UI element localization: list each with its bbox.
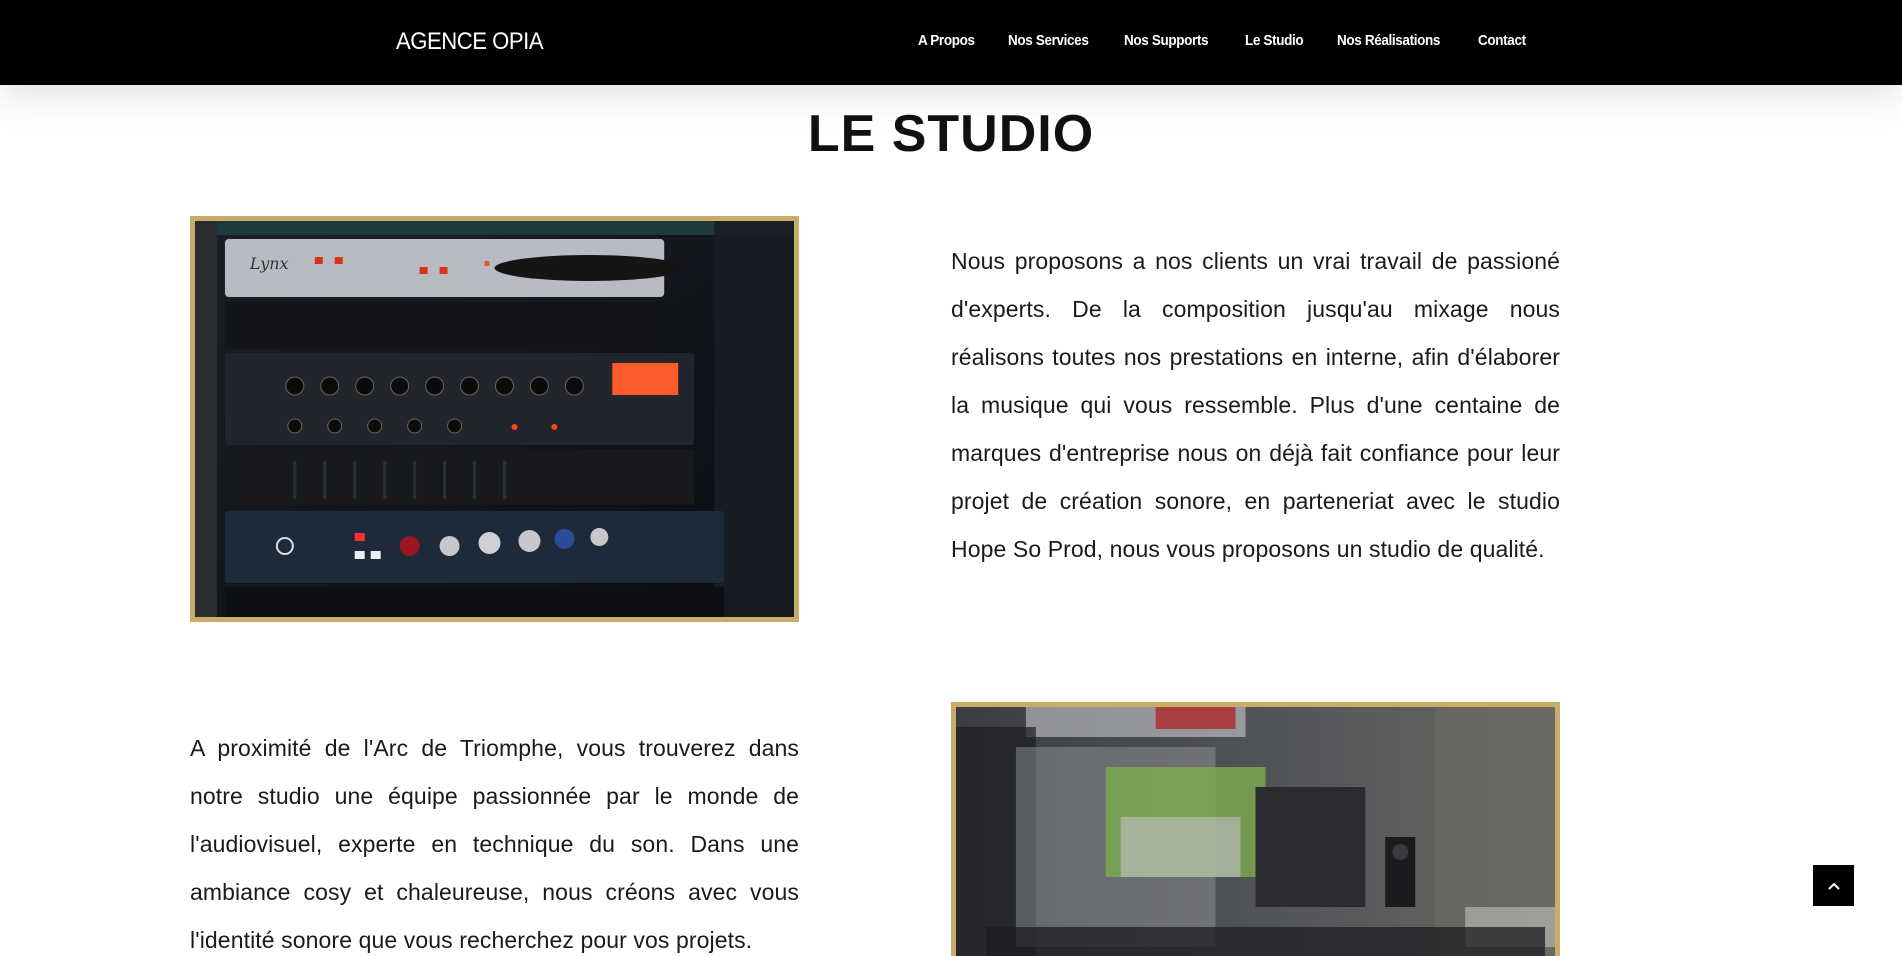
control-room-image [956, 707, 1555, 956]
studio-rack-photo: Lynx [190, 216, 799, 622]
studio-paragraph-1: Nous proposons a nos clients un vrai tra… [951, 248, 1560, 562]
nav-nos-supports[interactable]: Nos Supports [1124, 32, 1209, 49]
chevron-up-icon [1827, 882, 1840, 890]
svg-text:Lynx: Lynx [249, 254, 289, 273]
nav-contact[interactable]: Contact [1478, 32, 1526, 49]
brand-logo[interactable]: AGENCE OPIA [396, 28, 544, 56]
nav-le-studio[interactable]: Le Studio [1245, 32, 1304, 49]
nav-nos-realisations[interactable]: Nos Réalisations [1337, 32, 1440, 49]
navbar: AGENCE OPIA A Propos Nos Services Nos Su… [0, 0, 1902, 85]
page-title: LE STUDIO [807, 105, 1095, 163]
studio-paragraph-2: A proximité de l'Arc de Triomphe, vous t… [190, 735, 799, 953]
nav-nos-services[interactable]: Nos Services [1008, 32, 1089, 49]
studio-control-room-photo [951, 702, 1560, 956]
nav-a-propos[interactable]: A Propos [918, 32, 975, 49]
main-nav: A Propos Nos Services Nos Supports Le St… [918, 32, 1558, 49]
rack-equipment-image: Lynx [195, 221, 794, 617]
back-to-top-button[interactable] [1813, 865, 1854, 906]
